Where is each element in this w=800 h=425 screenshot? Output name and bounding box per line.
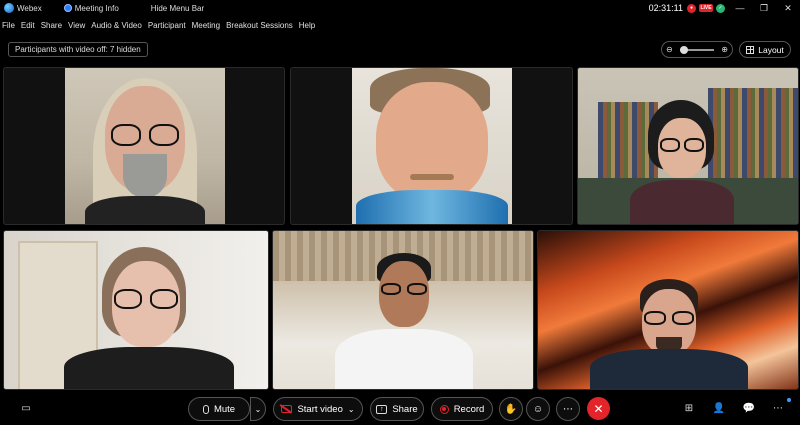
share-screen-icon: ↑: [376, 404, 388, 414]
info-icon: [63, 4, 72, 12]
recording-indicator-icon: ●: [687, 3, 696, 13]
video-tile-5[interactable]: [272, 230, 534, 390]
mute-label: Mute: [213, 403, 236, 415]
menu-share[interactable]: Share: [41, 21, 62, 30]
menu-meeting[interactable]: Meeting: [192, 21, 220, 30]
menu-participant[interactable]: Participant: [148, 21, 186, 30]
raise-hand-icon: ✋: [504, 403, 518, 415]
end-call-button[interactable]: ✕: [587, 397, 610, 420]
reactions-icon: ☺: [532, 403, 544, 415]
menu-help[interactable]: Help: [299, 21, 315, 30]
hide-menu-bar-button[interactable]: Hide Menu Bar: [151, 4, 204, 13]
notification-dot: [787, 398, 791, 402]
title-bar: Webex Meeting Info Hide Menu Bar 02:31:1…: [0, 0, 800, 16]
start-video-button[interactable]: Start video ⌄: [273, 397, 363, 421]
zoom-slider-handle[interactable]: [680, 45, 688, 54]
minimize-icon[interactable]: —: [728, 0, 752, 16]
microphone-icon: [202, 404, 209, 414]
share-label: Share: [392, 403, 418, 415]
live-badge: LIVE: [699, 4, 713, 12]
zoom-slider[interactable]: [680, 45, 714, 54]
app-name: Webex: [17, 3, 42, 13]
layout-button[interactable]: Layout: [739, 41, 791, 58]
video-off-icon: [281, 405, 293, 413]
menu-audio-video[interactable]: Audio & Video: [91, 21, 142, 30]
menu-breakout-sessions[interactable]: Breakout Sessions: [226, 21, 293, 30]
zoom-control[interactable]: ⊖ ⊕: [661, 41, 733, 58]
menu-view[interactable]: View: [68, 21, 85, 30]
zoom-in-icon[interactable]: ⊕: [721, 45, 728, 54]
more-panels-icon[interactable]: ⋯: [770, 400, 786, 416]
maximize-icon[interactable]: ❐: [752, 0, 776, 16]
menu-file[interactable]: File: [2, 21, 15, 30]
mute-button[interactable]: Mute: [188, 397, 250, 421]
record-label: Record: [453, 403, 485, 415]
start-video-label: Start video: [297, 403, 343, 415]
apps-icon[interactable]: ⊞: [681, 400, 697, 416]
participants-icon[interactable]: 👤: [711, 400, 727, 416]
more-options-icon: ⋯: [563, 403, 573, 415]
close-icon[interactable]: ✕: [776, 0, 800, 16]
video-feed: [273, 231, 533, 389]
app-title: Webex: [4, 3, 42, 13]
end-call-icon: ✕: [593, 401, 604, 416]
chevron-down-icon: ⌄: [254, 404, 262, 414]
video-feed: [578, 68, 798, 224]
video-tile-2[interactable]: [290, 67, 573, 225]
raise-hand-button[interactable]: ✋: [499, 397, 523, 421]
record-button[interactable]: Record: [431, 397, 493, 421]
video-tile-3[interactable]: [577, 67, 799, 225]
zoom-out-icon[interactable]: ⊖: [666, 45, 673, 54]
menu-edit[interactable]: Edit: [21, 21, 35, 30]
video-tile-6[interactable]: [537, 230, 799, 390]
chat-icon[interactable]: 💬: [741, 400, 757, 416]
record-icon: [439, 404, 449, 414]
layout-grid-icon: [746, 45, 755, 54]
video-feed: [4, 231, 268, 389]
chevron-down-icon[interactable]: ⌄: [348, 405, 355, 414]
more-options-button[interactable]: ⋯: [556, 397, 580, 421]
webex-logo-icon: [4, 3, 14, 13]
meeting-info-button[interactable]: Meeting Info: [63, 3, 119, 13]
security-shield-icon[interactable]: ✓: [716, 3, 725, 13]
menu-bar: File Edit Share View Audio & Video Parti…: [2, 18, 315, 32]
layout-label: Layout: [758, 44, 784, 55]
video-feed: [65, 68, 225, 224]
video-feed: [352, 68, 512, 224]
meeting-info-label: Meeting Info: [74, 3, 119, 13]
captions-icon[interactable]: ▭: [18, 400, 34, 416]
meeting-timer: 02:31:11: [648, 3, 683, 13]
hidden-participants-notice[interactable]: Participants with video off: 7 hidden: [8, 42, 148, 57]
share-button[interactable]: ↑ Share: [370, 397, 424, 421]
reactions-button[interactable]: ☺: [526, 397, 550, 421]
video-tile-1[interactable]: [3, 67, 285, 225]
title-bar-right: 02:31:11 ● LIVE ✓ — ❐ ✕: [649, 0, 800, 16]
video-feed: [538, 231, 798, 389]
video-tile-4[interactable]: [3, 230, 269, 390]
